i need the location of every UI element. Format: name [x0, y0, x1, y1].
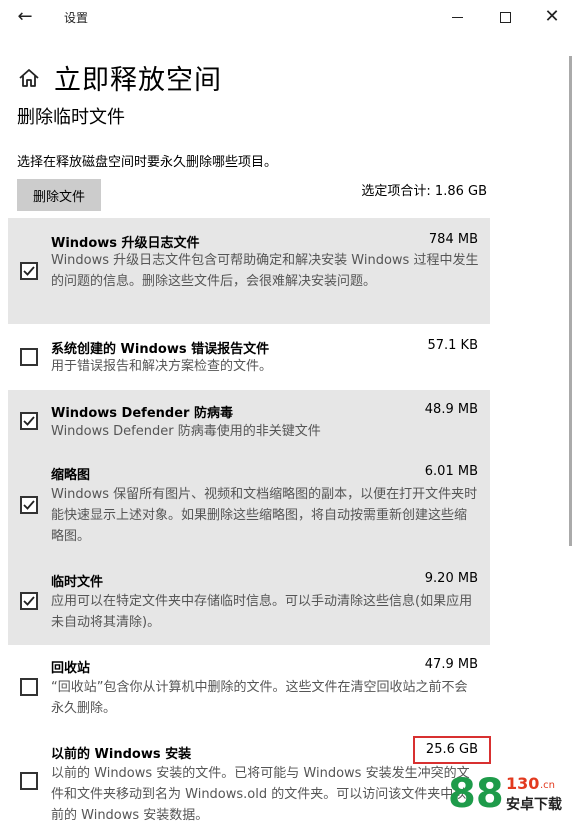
watermark-small-number: 130	[506, 774, 540, 793]
checkbox-checked[interactable]	[20, 592, 38, 610]
item-size: 9.20 MB	[424, 571, 478, 586]
item-name: 缩略图	[51, 468, 91, 483]
item-description: 应用可以在特定文件夹中存储临时信息。可以手动清除这些信息(如果应用未自动将其清除…	[51, 594, 473, 630]
check-icon	[23, 266, 35, 276]
minimize-icon	[451, 16, 463, 18]
maximize-button[interactable]	[490, 5, 520, 29]
check-icon	[23, 596, 35, 606]
checkbox-unchecked[interactable]	[20, 348, 38, 366]
delete-files-button[interactable]: 删除文件	[17, 179, 101, 211]
watermark-number: 88	[448, 771, 504, 817]
item-name: 系统创建的 Windows 错误报告文件	[51, 342, 270, 357]
instruction-text: 选择在释放磁盘空间时要永久删除哪些项目。	[17, 155, 278, 170]
minimize-button[interactable]	[442, 5, 472, 29]
list-item-defender[interactable]: Windows Defender 防病毒 48.9 MB Windows Def…	[8, 390, 490, 452]
back-arrow-icon[interactable]: ←	[12, 5, 38, 29]
item-description: “回收站”包含你从计算机中删除的文件。这些文件在清空回收站之前不会永久删除。	[51, 680, 468, 716]
watermark-logo: 88 130 .cn 安卓下载	[448, 770, 574, 820]
item-size: 784 MB	[428, 232, 478, 247]
watermark-site-name: 安卓下载	[506, 797, 562, 813]
item-name: 临时文件	[51, 575, 104, 590]
close-button[interactable]: ✕	[537, 5, 567, 29]
item-name: 以前的 Windows 安装	[51, 747, 192, 762]
checkbox-checked[interactable]	[20, 412, 38, 430]
list-item-temp-files[interactable]: 临时文件 9.20 MB 应用可以在特定文件夹中存储临时信息。可以手动清除这些信…	[8, 559, 490, 645]
item-size: 48.9 MB	[424, 402, 478, 417]
selected-total: 选定项合计: 1.86 GB	[361, 184, 487, 199]
home-icon	[19, 69, 39, 87]
item-size: 57.1 KB	[427, 338, 478, 353]
window-title: 设置	[64, 11, 89, 25]
item-size: 47.9 MB	[424, 657, 478, 672]
item-description: Windows 升级日志文件包含可帮助确定和解决安装 Windows 过程中发生…	[51, 253, 479, 289]
checkbox-unchecked[interactable]	[20, 678, 38, 696]
item-description: 以前的 Windows 安装的文件。已将可能与 Windows 安装发生冲突的文…	[51, 766, 470, 823]
list-item-recycle-bin[interactable]: 回收站 47.9 MB “回收站”包含你从计算机中删除的文件。这些文件在清空回收…	[8, 645, 490, 731]
check-icon	[23, 416, 35, 426]
item-name: Windows Defender 防病毒	[51, 406, 233, 421]
item-description: 用于错误报告和解决方案检查的文件。	[51, 359, 273, 374]
scrollbar[interactable]	[569, 56, 572, 546]
check-icon	[23, 500, 35, 510]
page-title: 立即释放空间	[54, 65, 222, 96]
checkbox-checked[interactable]	[20, 262, 38, 280]
section-title: 删除临时文件	[17, 107, 125, 128]
item-description: Windows 保留所有图片、视频和文档缩略图的副本，以便在打开文件夹时能快速显…	[51, 487, 478, 544]
list-item-upgrade-logs[interactable]: Windows 升级日志文件 784 MB Windows 升级日志文件包含可帮…	[8, 218, 490, 324]
maximize-icon	[499, 11, 511, 23]
list-item-thumbnails[interactable]: 缩略图 6.01 MB Windows 保留所有图片、视频和文档缩略图的副本，以…	[8, 452, 490, 559]
title-bar: ← 设置 ✕	[0, 0, 576, 34]
item-name: Windows 升级日志文件	[51, 236, 200, 251]
checkbox-unchecked[interactable]	[20, 772, 38, 790]
size-highlight-box	[413, 736, 491, 764]
list-item-error-reports[interactable]: 系统创建的 Windows 错误报告文件 57.1 KB 用于错误报告和解决方案…	[8, 324, 490, 390]
watermark-tld: .cn	[540, 780, 556, 791]
item-name: 回收站	[51, 661, 91, 676]
item-description: Windows Defender 防病毒使用的非关键文件	[51, 424, 321, 439]
item-size: 6.01 MB	[424, 464, 478, 479]
checkbox-checked[interactable]	[20, 496, 38, 514]
